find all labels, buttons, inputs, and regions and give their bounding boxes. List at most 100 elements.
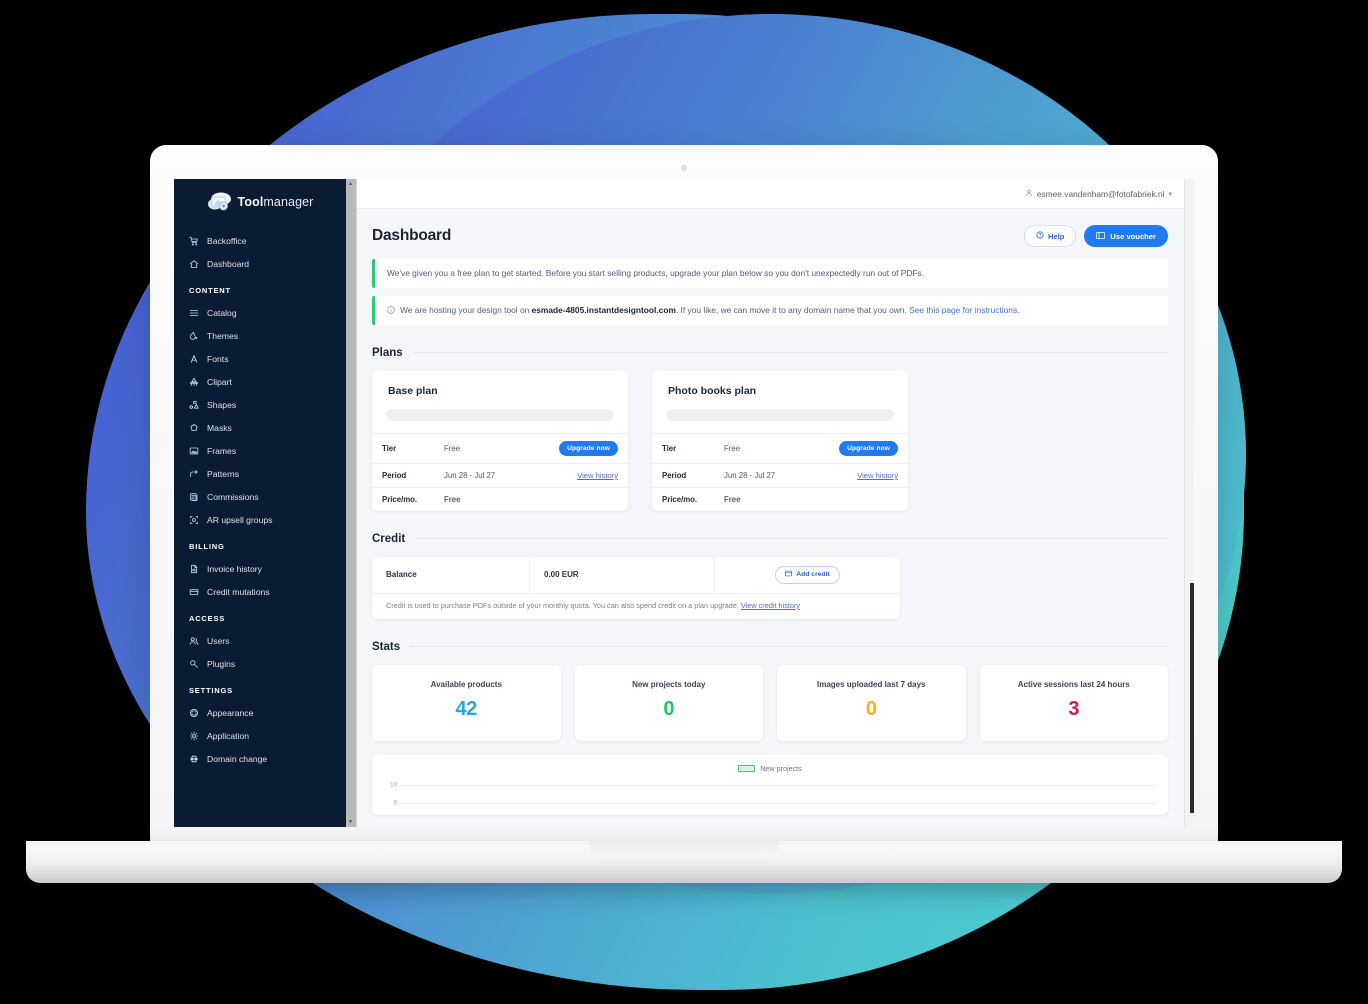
stat-label: Images uploaded last 7 days (817, 679, 926, 689)
sidebar-group-title-settings: SETTINGS (189, 686, 233, 695)
table-row: Price/mo. Free (652, 487, 908, 511)
sidebar-item-catalog[interactable]: Catalog (174, 301, 346, 324)
sidebar-group-title-access: ACCESS (189, 614, 226, 623)
main-area: esmee.vandenham@fotofabriek.nl ▾ Dashboa… (346, 179, 1194, 827)
plans-section-title: Plans (372, 346, 403, 359)
user-menu[interactable]: esmee.vandenham@fotofabriek.nl ▾ (1025, 189, 1172, 199)
credit-history-link[interactable]: View credit history (741, 601, 800, 610)
plan-tier-action: Upgrade now (534, 433, 628, 463)
credit-balance-value: 0.00 EUR (530, 556, 715, 593)
sidebar-item-ar-upsell-groups[interactable]: AR upsell groups (174, 508, 346, 531)
sidebar-item-label: Themes (207, 330, 239, 341)
sidebar-item-appearance[interactable]: Appearance (174, 701, 346, 724)
plan-price-action (814, 487, 908, 511)
card-icon (189, 587, 199, 597)
stat-card: New projects today 0 (574, 664, 763, 741)
sidebar-item-commissions[interactable]: Commissions (174, 485, 346, 508)
notice-hosting-text: We are hosting your design tool on esmad… (400, 305, 1019, 316)
view-history-link[interactable]: View history (857, 471, 898, 480)
add-credit-label: Add credit (796, 571, 830, 579)
sidebar-item-invoice-history[interactable]: Invoice history (174, 557, 346, 580)
sidebar-item-patterns[interactable]: Patterns (174, 462, 346, 485)
laptop-base-notch (589, 841, 779, 857)
content-scrollbar-left[interactable]: ▲ ▼ (346, 179, 357, 827)
brand-name-bold: Tool (237, 195, 264, 209)
sidebar-item-label: Commissions (207, 491, 259, 502)
chart-gridline (400, 802, 1156, 804)
notice-hosting-link[interactable]: See this page for instructions. (909, 305, 1019, 315)
sidebar-item-label: Invoice history (207, 563, 262, 574)
plan-card: Base plan Tier Free Upgrade now Period Jun 28… (372, 370, 628, 511)
credit-section-header: Credit (372, 533, 1168, 545)
use-voucher-button[interactable]: Use voucher (1084, 225, 1168, 247)
sidebar-item-label: Users (207, 635, 230, 646)
chart-gridline (400, 784, 1156, 786)
home-icon (189, 259, 199, 269)
sidebar-item-fonts[interactable]: Fonts (174, 347, 346, 370)
scroll-down-arrow-icon[interactable]: ▼ (348, 819, 353, 825)
mask-icon (189, 423, 199, 433)
sidebar-item-credit-mutations[interactable]: Credit mutations (174, 580, 346, 603)
sidebar-item-dashboard[interactable]: Dashboard (174, 252, 346, 275)
scroll-up-arrow-icon[interactable]: ▲ (348, 181, 353, 187)
sidebar-item-users[interactable]: Users (174, 629, 346, 652)
credit-card: Balance 0.00 EUR Add credit Credit is us… (372, 556, 900, 619)
plan-usage-bar-wrap (372, 408, 628, 433)
browser-screen: Toolmanager Backoffice Dashboard CONTENT Ca… (174, 179, 1194, 827)
chart-legend: New projects (384, 764, 1156, 773)
notice-hosting: We are hosting your design tool on esmad… (372, 295, 1168, 325)
table-row: Tier Free Upgrade now (652, 433, 908, 463)
upgrade-now-button[interactable]: Upgrade now (559, 440, 618, 456)
page-title: Dashboard (372, 227, 452, 244)
plan-period-action: View history (534, 463, 628, 487)
plan-card: Photo books plan Tier Free Upgrade now Perio… (652, 370, 908, 511)
new-projects-chart: New projects 10 9 (372, 754, 1168, 815)
chevron-down-icon[interactable]: ▾ (1168, 190, 1172, 198)
credit-action-cell: Add credit (715, 557, 900, 593)
cart-icon (189, 236, 199, 246)
user-icon (1025, 189, 1033, 199)
sidebar-item-frames[interactable]: Frames (174, 439, 346, 462)
sidebar-item-label: Appearance (207, 707, 254, 718)
add-credit-button[interactable]: Add credit (775, 565, 840, 584)
plan-usage-bar (666, 408, 894, 421)
plans-section-header: Plans (372, 347, 1168, 359)
sidebar-item-label: Clipart (207, 376, 232, 387)
plan-tier-label: Tier (382, 443, 397, 453)
stats-row: Available products 42 New projects today 0 I… (372, 664, 1168, 741)
sidebar-item-themes[interactable]: Themes (174, 324, 346, 347)
sidebar-nav: Backoffice Dashboard CONTENT Catalog Themes F… (174, 229, 346, 770)
credit-balance-row: Balance 0.00 EUR Add credit (372, 556, 900, 594)
stats-section-title: Stats (372, 640, 401, 653)
notice-free-plan-text: We've given you a free plan to get start… (387, 268, 925, 278)
stat-label: New projects today (632, 679, 706, 689)
sidebar-item-label: Credit mutations (207, 586, 270, 597)
ticket-icon (1096, 231, 1106, 241)
sidebar-item-application[interactable]: Application (174, 724, 346, 747)
question-circle-icon (1036, 231, 1044, 241)
credit-section-title: Credit (372, 532, 406, 545)
notice-hosting-domain: esmade-4805.instantdesigntool.com (531, 304, 676, 315)
ar-icon (189, 515, 199, 525)
upgrade-now-button[interactable]: Upgrade now (839, 440, 898, 456)
users-icon (189, 636, 199, 646)
content-scrollbar-thumb[interactable] (1190, 583, 1194, 813)
brand[interactable]: Toolmanager (174, 179, 346, 229)
sidebar-item-shapes[interactable]: Shapes (174, 393, 346, 416)
sidebar-item-clipart[interactable]: Clipart (174, 370, 346, 393)
credit-note: Credit is used to purchase PDFs outside … (372, 594, 900, 619)
help-button[interactable]: Help (1023, 225, 1077, 247)
sidebar-item-masks[interactable]: Masks (174, 416, 346, 439)
sidebar-item-label: Catalog (207, 307, 237, 318)
shapes-icon (189, 400, 199, 410)
pattern-arrow-icon (189, 469, 199, 479)
view-history-link[interactable]: View history (577, 471, 618, 480)
sidebar-item-backoffice[interactable]: Backoffice (174, 229, 346, 252)
list-icon (189, 308, 199, 318)
sidebar-item-plugins[interactable]: Plugins (174, 652, 346, 675)
sidebar-item-label: Frames (207, 445, 237, 456)
plan-tier-action: Upgrade now (814, 433, 908, 463)
globe-icon (189, 754, 199, 764)
sidebar-item-label: Domain change (207, 753, 268, 764)
sidebar-item-domain-change[interactable]: Domain change (174, 747, 346, 770)
